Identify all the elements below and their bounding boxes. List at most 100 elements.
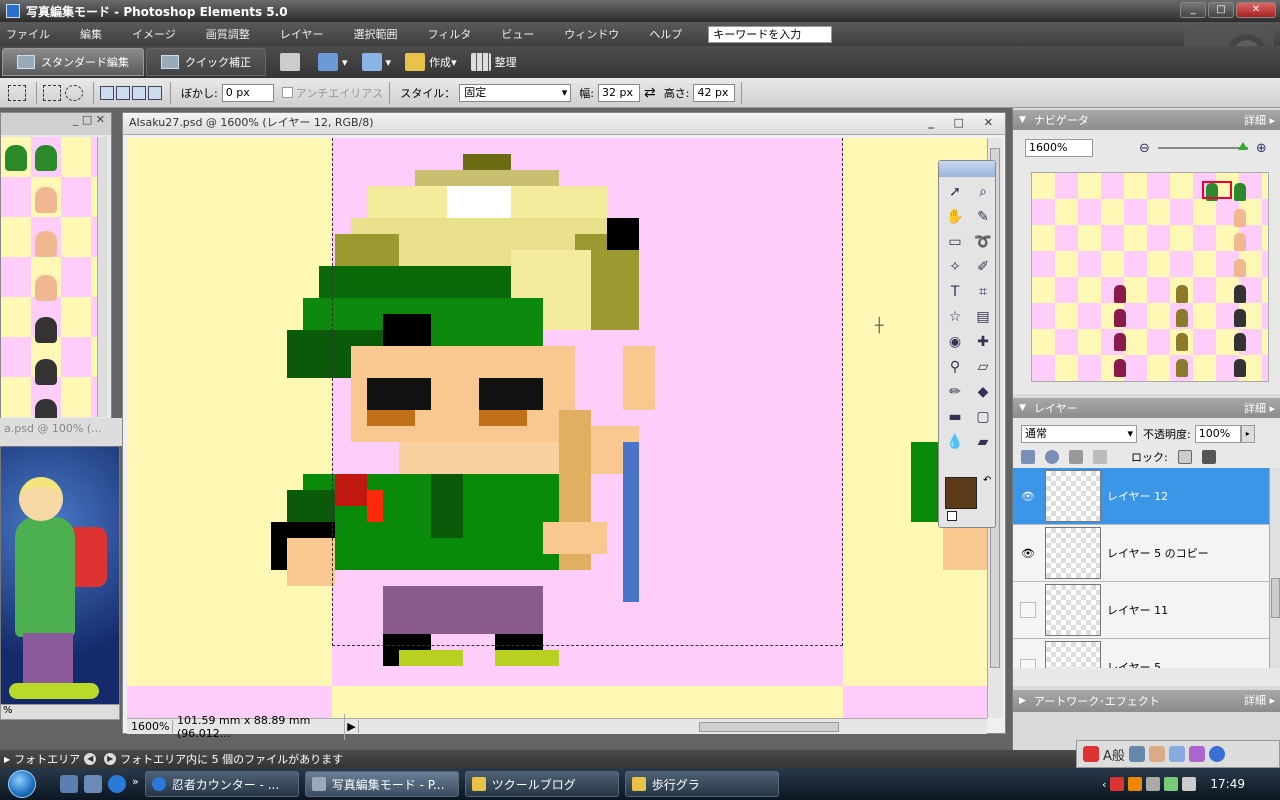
internet-explorer-icon[interactable] xyxy=(108,775,126,793)
network-icon[interactable] xyxy=(1164,777,1179,791)
clone-stamp-tool-icon[interactable]: ⚲ xyxy=(943,356,967,378)
zoom-slider[interactable] xyxy=(1157,142,1248,150)
ime-tool-icon[interactable] xyxy=(1128,746,1145,762)
ellipse-marquee-icon[interactable] xyxy=(65,84,83,101)
organize-button[interactable]: 整理 xyxy=(470,53,517,71)
healing-brush-tool-icon[interactable]: ✚ xyxy=(971,331,995,353)
ime-icon[interactable] xyxy=(1083,746,1099,762)
collapse-triangle-icon[interactable]: ▼ xyxy=(1019,115,1026,125)
sponge-tool-icon[interactable]: ▰ xyxy=(971,431,995,453)
tray-app-icon[interactable] xyxy=(1146,777,1161,791)
secondary-scrollbar[interactable] xyxy=(97,137,107,417)
clock[interactable]: 17:49 xyxy=(1210,777,1245,791)
rect-marquee-tool-icon[interactable]: ▭ xyxy=(943,231,967,253)
share-button[interactable]: ▾ xyxy=(318,53,348,71)
new-layer-icon[interactable] xyxy=(1021,450,1035,464)
menu-file[interactable]: ファイル xyxy=(6,26,50,42)
prev-icon[interactable]: ◀ xyxy=(84,753,97,765)
width-input[interactable] xyxy=(598,83,640,102)
more-chevron-icon[interactable]: » xyxy=(132,775,139,793)
cookie-cutter-tool-icon[interactable]: ☆ xyxy=(943,306,967,328)
menu-view[interactable]: ビュー xyxy=(501,26,534,42)
foreground-color-swatch[interactable] xyxy=(945,477,977,509)
blur-tool-icon[interactable]: 💧 xyxy=(943,431,967,453)
menu-enhance[interactable]: 画質調整 xyxy=(206,26,250,42)
visibility-toggle[interactable] xyxy=(1020,602,1036,618)
photo-bin-label[interactable]: フォトエリア xyxy=(14,751,80,767)
close-button[interactable]: ✕ xyxy=(1236,2,1276,18)
add-selection-icon[interactable] xyxy=(116,85,130,100)
tab-standard-edit[interactable]: スタンダード編集 xyxy=(2,48,144,76)
selection-brush-tool-icon[interactable]: ✐ xyxy=(971,256,995,278)
straighten-tool-icon[interactable]: ▤ xyxy=(971,306,995,328)
layer-row[interactable]: レイヤー 11 xyxy=(1013,582,1269,639)
rect-marquee-icon[interactable] xyxy=(43,84,61,101)
taskbar-item[interactable]: 写真編集モード - P... xyxy=(304,771,459,797)
zoom-slider-knob[interactable] xyxy=(1237,142,1248,150)
menu-select[interactable]: 選択範囲 xyxy=(353,26,397,42)
move-tool-icon[interactable]: ➚ xyxy=(943,181,967,203)
document-controls[interactable]: _ □ ✕ xyxy=(928,113,1001,133)
zoom-tool-icon[interactable]: ⌕ xyxy=(971,181,995,203)
eye-icon[interactable]: 👁 xyxy=(1017,485,1039,507)
tray-expand-icon[interactable]: ‹ xyxy=(1102,778,1106,791)
collapse-triangle-icon[interactable]: ▼ xyxy=(1019,403,1026,413)
subtract-selection-icon[interactable] xyxy=(132,85,146,100)
faded-document-tab[interactable]: a.psd @ 100% (... xyxy=(0,418,122,446)
artwork-effects-header[interactable]: ▶ アートワーク･エフェクト 詳細 ▸ xyxy=(1013,690,1280,712)
menu-filter[interactable]: フィルタ xyxy=(427,26,471,42)
antialias-checkbox[interactable] xyxy=(281,87,293,98)
layer-row[interactable]: 👁 レイヤー 12 xyxy=(1013,468,1269,525)
show-desktop-icon[interactable] xyxy=(60,775,78,793)
height-input[interactable] xyxy=(693,83,736,102)
image-canvas[interactable]: ┼ xyxy=(127,138,987,718)
toolbox-header[interactable] xyxy=(939,161,995,177)
eraser-tool-icon[interactable]: ▱ xyxy=(971,356,995,378)
start-button[interactable] xyxy=(0,768,44,800)
navigator-preview[interactable] xyxy=(1031,172,1269,382)
ime-dictionary-icon[interactable] xyxy=(1148,746,1165,762)
switch-windows-icon[interactable] xyxy=(84,775,102,793)
artwork-more-button[interactable]: 詳細 ▸ xyxy=(1244,692,1275,708)
ime-pad-icon[interactable] xyxy=(1168,746,1185,762)
navigator-header[interactable]: ▼ ナビゲータ 詳細 ▸ xyxy=(1013,110,1280,130)
lock-transparent-icon[interactable] xyxy=(1177,450,1192,464)
lasso-tool-icon[interactable]: ➰ xyxy=(971,231,995,253)
tray-app-icon[interactable] xyxy=(1110,777,1125,791)
taskbar-item[interactable]: 忍者カウンター - ... xyxy=(144,771,299,797)
opacity-input[interactable]: 100% xyxy=(1194,425,1241,443)
volume-icon[interactable] xyxy=(1182,777,1197,791)
horizontal-scrollbar[interactable] xyxy=(359,720,987,734)
eye-icon[interactable]: 👁 xyxy=(1017,542,1039,564)
ime-mode[interactable]: A般 xyxy=(1103,745,1125,764)
red-eye-tool-icon[interactable]: ◉ xyxy=(943,331,967,353)
layer-row[interactable]: レイヤー 5 xyxy=(1013,639,1269,668)
link-layers-icon[interactable] xyxy=(1093,450,1107,464)
minimize-button[interactable]: _ xyxy=(1180,2,1206,18)
taskbar-item[interactable]: ツクールブログ xyxy=(464,771,619,797)
layers-more-button[interactable]: 詳細 ▸ xyxy=(1244,400,1275,416)
shape-tool-icon[interactable]: ▢ xyxy=(971,406,995,428)
adjustment-layer-icon[interactable] xyxy=(1045,450,1059,464)
next-icon[interactable]: ▶ xyxy=(104,753,117,765)
layer-row[interactable]: 👁 レイヤー 5 のコピー xyxy=(1013,525,1269,582)
tab-quick-fix[interactable]: クイック補正 xyxy=(146,48,266,76)
opacity-slider-button[interactable]: ▸ xyxy=(1240,425,1255,443)
eyedropper-tool-icon[interactable]: ✎ xyxy=(971,206,995,228)
email-button[interactable]: ▾ xyxy=(361,53,391,71)
menu-help[interactable]: ヘルプ xyxy=(649,26,682,42)
swap-icon[interactable]: ⇄ xyxy=(644,85,656,101)
search-input[interactable]: キーワードを入力 xyxy=(708,25,833,43)
visibility-toggle[interactable] xyxy=(1020,659,1036,668)
hand-tool-icon[interactable]: ✋ xyxy=(943,206,967,228)
navigator-more-button[interactable]: 詳細 ▸ xyxy=(1244,112,1275,128)
intersect-selection-icon[interactable] xyxy=(148,85,162,100)
crop-tool-icon[interactable]: ⌗ xyxy=(971,281,995,303)
new-selection-icon[interactable] xyxy=(100,85,114,100)
expand-triangle-icon[interactable]: ▶ xyxy=(1019,696,1026,706)
zoom-out-icon[interactable]: ⊖ xyxy=(1139,141,1150,156)
delete-layer-icon[interactable] xyxy=(1069,450,1083,464)
layers-scrollbar[interactable] xyxy=(1269,468,1280,668)
style-select[interactable]: 固定 xyxy=(459,83,572,102)
paint-bucket-tool-icon[interactable]: ◆ xyxy=(971,381,995,403)
